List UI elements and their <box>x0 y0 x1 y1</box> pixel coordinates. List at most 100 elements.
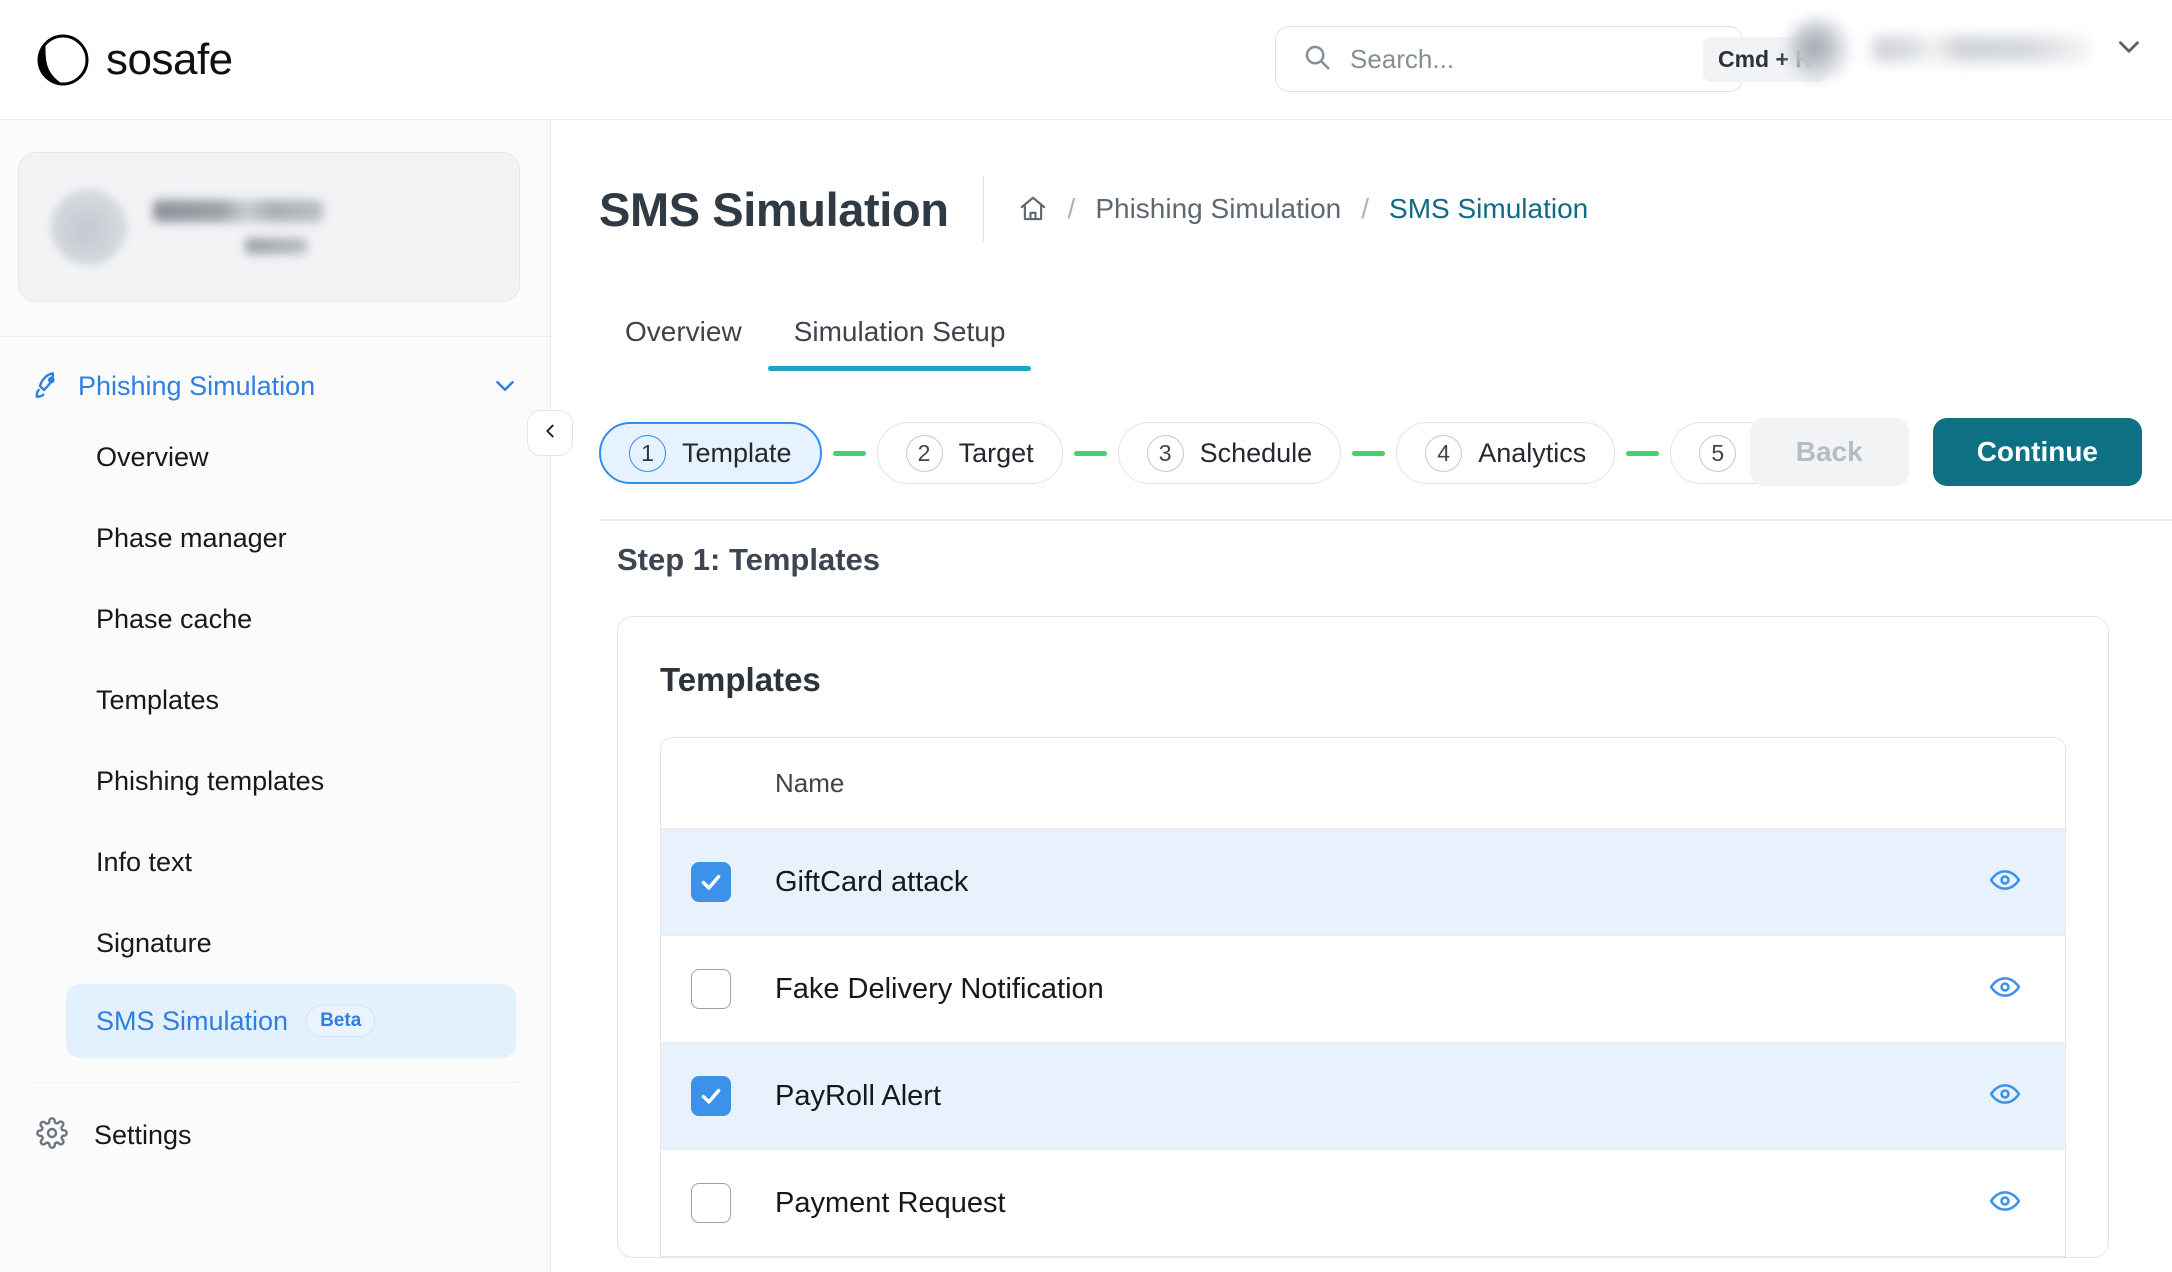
sidebar-item-label: Phase manager <box>96 523 287 554</box>
tab-bar-rule <box>599 519 2172 521</box>
step-schedule[interactable]: 3 Schedule <box>1118 422 1342 484</box>
step-target[interactable]: 2 Target <box>877 422 1063 484</box>
step-template[interactable]: 1 Template <box>599 422 822 484</box>
row-checkbox-cell[interactable] <box>661 862 775 902</box>
home-icon[interactable] <box>1018 194 1048 224</box>
continue-button[interactable]: Continue <box>1933 418 2142 486</box>
step-connector <box>1352 451 1385 456</box>
table-row[interactable]: GiftCard attack <box>661 828 2065 935</box>
preview-button[interactable] <box>1945 971 2065 1008</box>
sidebar-item-info-text[interactable]: Info text <box>0 822 550 903</box>
row-checkbox-cell[interactable] <box>661 1076 775 1116</box>
breadcrumb-item-phishing-simulation[interactable]: Phishing Simulation <box>1095 193 1341 225</box>
preview-button[interactable] <box>1945 1078 2065 1115</box>
preview-button[interactable] <box>1945 864 2065 901</box>
sidebar-item-label: SMS Simulation <box>96 1006 288 1037</box>
main-content: SMS Simulation / Phishing Simulation / S… <box>551 120 2172 1272</box>
user-name-redacted <box>1872 36 2090 62</box>
row-name: Fake Delivery Notification <box>775 973 1945 1006</box>
sidebar-group-label: Phishing Simulation <box>78 371 490 402</box>
table-row[interactable]: PayRoll Alert <box>661 1042 2065 1149</box>
sidebar-item-label: Overview <box>96 442 209 473</box>
checkbox-unchecked-icon[interactable] <box>691 969 731 1009</box>
eye-icon <box>1989 1185 2021 1222</box>
top-bar: sosafe Cmd + K <box>0 0 2172 120</box>
row-checkbox-cell[interactable] <box>661 1183 775 1223</box>
header-divider <box>983 176 984 242</box>
step-connector <box>1626 451 1659 456</box>
step-heading: Step 1: Templates <box>617 542 2172 578</box>
tab-overview[interactable]: Overview <box>599 316 768 370</box>
sidebar-item-phase-manager[interactable]: Phase manager <box>0 498 550 579</box>
organization-avatar <box>51 189 127 265</box>
row-checkbox-cell[interactable] <box>661 969 775 1009</box>
tab-label: Overview <box>625 316 742 347</box>
chevron-down-icon[interactable] <box>490 371 520 401</box>
search-bar[interactable]: Cmd + K <box>1275 26 1743 92</box>
organization-role-redacted <box>245 238 307 254</box>
organization-name-redacted <box>153 200 323 222</box>
search-icon <box>1302 42 1332 77</box>
checkbox-checked-icon[interactable] <box>691 1076 731 1116</box>
organization-text-redacted <box>153 200 323 254</box>
user-profile-menu[interactable] <box>1788 18 2146 80</box>
sidebar-item-phishing-templates[interactable]: Phishing templates <box>0 741 550 822</box>
step-number: 5 <box>1699 435 1736 472</box>
body-split: Phishing Simulation Overview Phase manag… <box>0 120 2172 1272</box>
search-input[interactable] <box>1350 44 1685 75</box>
gear-icon <box>36 1117 68 1154</box>
sosafe-logo-icon <box>36 33 90 87</box>
checkbox-unchecked-icon[interactable] <box>691 1183 731 1223</box>
settings-label: Settings <box>94 1120 192 1151</box>
tab-label: Simulation Setup <box>794 316 1006 347</box>
brand-logo[interactable]: sosafe <box>0 33 233 87</box>
step-number: 2 <box>906 435 943 472</box>
sidebar-item-signature[interactable]: Signature <box>0 903 550 984</box>
breadcrumb: / Phishing Simulation / SMS Simulation <box>1018 193 1589 225</box>
sidebar-item-templates[interactable]: Templates <box>0 660 550 741</box>
sidebar-item-label: Phase cache <box>96 604 252 635</box>
sidebar-item-label: Templates <box>96 685 219 716</box>
step-number: 3 <box>1147 435 1184 472</box>
preview-button[interactable] <box>1945 1185 2065 1222</box>
avatar <box>1788 18 1850 80</box>
eye-icon <box>1989 864 2021 901</box>
templates-card: Templates Name GiftCard attack <box>617 616 2109 1258</box>
sidebar-item-sms-simulation[interactable]: SMS Simulation Beta <box>66 984 516 1058</box>
templates-table: Name GiftCard attack <box>660 737 2066 1257</box>
eye-icon <box>1989 1078 2021 1115</box>
step-connector <box>833 451 866 456</box>
beta-badge: Beta <box>306 1005 375 1037</box>
sidebar-item-label: Signature <box>96 928 212 959</box>
row-name: PayRoll Alert <box>775 1080 1945 1113</box>
breadcrumb-item-sms-simulation[interactable]: SMS Simulation <box>1389 193 1588 225</box>
table-row[interactable]: Payment Request <box>661 1149 2065 1256</box>
organization-card[interactable] <box>18 152 520 302</box>
sidebar-collapse-button[interactable] <box>527 410 573 456</box>
table-header-row: Name <box>661 738 2065 828</box>
step-number: 1 <box>629 435 666 472</box>
sidebar-item-phase-cache[interactable]: Phase cache <box>0 579 550 660</box>
app-root: sosafe Cmd + K <box>0 0 2172 1272</box>
sidebar-item-overview[interactable]: Overview <box>0 417 550 498</box>
sidebar-divider-bottom <box>32 1082 518 1083</box>
sidebar-divider-top <box>0 336 550 337</box>
step-label: Analytics <box>1478 438 1586 469</box>
step-connector <box>1074 451 1107 456</box>
sidebar-item-label: Info text <box>96 847 192 878</box>
eye-icon <box>1989 971 2021 1008</box>
back-button[interactable]: Back <box>1750 418 1909 486</box>
chevron-down-icon[interactable] <box>2112 30 2146 69</box>
sidebar-item-settings[interactable]: Settings <box>0 1097 550 1173</box>
step-label: Target <box>959 438 1034 469</box>
step-label: Schedule <box>1200 438 1313 469</box>
sidebar: Phishing Simulation Overview Phase manag… <box>0 120 551 1272</box>
row-name: GiftCard attack <box>775 866 1945 899</box>
sidebar-group-phishing-simulation[interactable]: Phishing Simulation <box>0 355 550 417</box>
tab-bar: Overview Simulation Setup <box>599 316 2124 370</box>
tab-simulation-setup[interactable]: Simulation Setup <box>768 316 1032 370</box>
checkbox-checked-icon[interactable] <box>691 862 731 902</box>
step-analytics[interactable]: 4 Analytics <box>1396 422 1615 484</box>
page-header: SMS Simulation / Phishing Simulation / S… <box>551 120 2172 242</box>
table-row[interactable]: Fake Delivery Notification <box>661 935 2065 1042</box>
